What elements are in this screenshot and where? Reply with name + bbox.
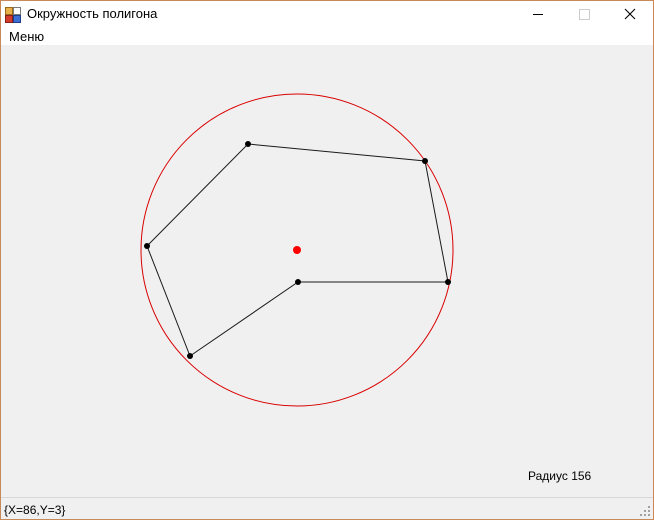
application-window: Окружность полигона Меню Радиус 156 {X=8… — [0, 0, 654, 520]
close-button[interactable] — [607, 1, 653, 29]
window-title: Окружность полигона — [27, 6, 158, 21]
minimize-button[interactable] — [515, 1, 561, 29]
radius-label-text: Радиус — [528, 469, 568, 483]
resize-grip-icon[interactable] — [639, 505, 651, 517]
circle-center-point — [293, 246, 301, 254]
polygon-vertex[interactable] — [295, 279, 301, 285]
cursor-coordinates: {X=86,Y=3} — [4, 503, 66, 517]
status-bar: {X=86,Y=3} — [1, 497, 653, 519]
polygon-drawing — [140, 93, 454, 407]
radius-label: Радиус 156 — [528, 469, 591, 483]
minimize-icon — [533, 14, 543, 15]
polygon-vertex[interactable] — [422, 158, 428, 164]
maximize-icon — [579, 9, 590, 20]
app-icon — [5, 7, 21, 23]
polygon-vertex[interactable] — [445, 279, 451, 285]
polygon-vertex[interactable] — [245, 141, 251, 147]
polygon-vertex[interactable] — [144, 243, 150, 249]
title-bar[interactable]: Окружность полигона — [1, 1, 653, 29]
maximize-button[interactable] — [561, 1, 607, 29]
radius-value: 156 — [571, 469, 592, 483]
menu-bar: Меню — [1, 29, 653, 45]
close-icon — [624, 8, 636, 20]
drawing-canvas[interactable] — [1, 45, 653, 497]
polygon-vertex[interactable] — [187, 353, 193, 359]
menu-item-main[interactable]: Меню — [9, 29, 44, 45]
